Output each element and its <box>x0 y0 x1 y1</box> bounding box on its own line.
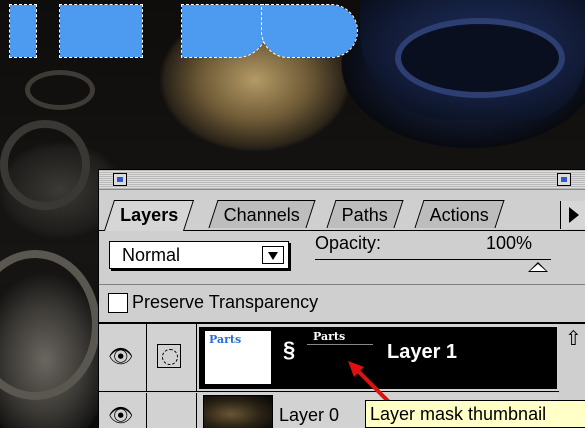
layer-thumbnail-text: Parts <box>209 333 242 346</box>
layer-row[interactable]: 👁 Parts § Parts Layer 1 <box>99 324 559 392</box>
tab-layers[interactable]: Layers <box>103 200 195 231</box>
preserve-transparency-label: Preserve Transparency <box>132 292 319 312</box>
selection-shape <box>9 4 37 58</box>
selection-shape <box>181 4 268 58</box>
chevron-down-icon[interactable] <box>262 246 284 264</box>
blend-mode-value: Normal <box>122 245 181 265</box>
opacity-slider-track[interactable] <box>315 259 551 260</box>
layer-name[interactable]: Layer 0 <box>279 405 339 426</box>
preserve-transparency-checkbox[interactable] <box>108 293 128 313</box>
close-box-icon[interactable] <box>113 173 127 186</box>
mask-thumbnail-text: Parts <box>313 330 346 343</box>
mask-mode-icon[interactable] <box>157 344 181 368</box>
photo-mug-rim <box>395 18 565 98</box>
blend-mode-select[interactable]: Normal <box>109 241 289 269</box>
eye-icon[interactable]: 👁 <box>108 344 133 369</box>
tab-channels[interactable]: Channels <box>208 200 316 228</box>
scroll-up-icon[interactable] <box>562 326 585 356</box>
visibility-cell[interactable]: 👁 <box>99 393 147 428</box>
visibility-cell[interactable]: 👁 <box>99 324 147 392</box>
layer-thumbnail[interactable] <box>203 395 273 428</box>
photo-gear <box>25 70 95 110</box>
tab-actions[interactable]: Actions <box>414 200 505 228</box>
selection-shape <box>261 4 358 58</box>
tab-paths[interactable]: Paths <box>326 200 404 228</box>
opacity-label: Opacity: <box>315 233 382 253</box>
selection-shape <box>59 4 143 58</box>
opacity-value[interactable]: 100% <box>486 233 532 254</box>
eye-icon[interactable]: 👁 <box>108 403 133 428</box>
layer-thumbnail[interactable]: Parts <box>204 330 272 385</box>
expand-arrow-icon[interactable] <box>560 201 585 229</box>
palette-tabs: Layers Channels Paths Actions <box>103 198 585 231</box>
palette-titlebar[interactable] <box>99 170 585 190</box>
link-icon[interactable]: § <box>283 337 295 363</box>
mask-mode-cell[interactable] <box>147 393 197 428</box>
photo-gear <box>0 250 100 400</box>
zoom-box-icon[interactable] <box>557 173 571 186</box>
opacity-slider-thumb[interactable] <box>528 262 548 272</box>
divider <box>99 284 585 285</box>
tooltip: Layer mask thumbnail <box>365 400 585 428</box>
arrow-shaft <box>352 365 392 405</box>
mask-mode-cell[interactable] <box>147 324 197 392</box>
photo-gear <box>0 120 90 210</box>
